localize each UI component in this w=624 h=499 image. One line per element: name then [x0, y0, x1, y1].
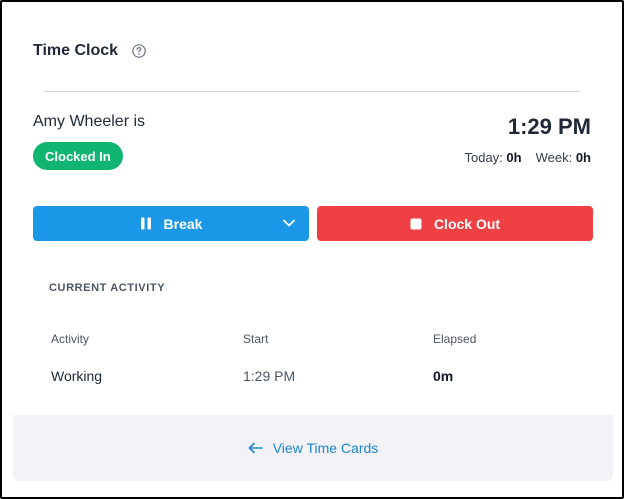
card-header: Time Clock [33, 42, 146, 60]
today-total: Today: 0h [464, 150, 521, 165]
question-circle-icon[interactable] [132, 44, 146, 58]
week-value: 0h [575, 150, 591, 165]
activity-cell: Working [51, 368, 103, 384]
week-total: Week: 0h [536, 150, 591, 165]
stop-icon [410, 218, 422, 230]
view-time-cards-label: View Time Cards [272, 440, 379, 456]
column-header-elapsed: Elapsed [433, 332, 477, 346]
break-button[interactable]: Break [33, 206, 309, 241]
user-status-text: Amy Wheeler is [33, 113, 146, 130]
chevron-down-icon[interactable] [282, 216, 296, 230]
pause-icon [140, 217, 152, 230]
column-header-start: Start [243, 332, 269, 346]
time-clock-card: Time Clock Amy Wheeler is Clocked In 1:2… [0, 0, 624, 499]
elapsed-cell: 0m [433, 368, 454, 384]
week-label: Week: [535, 150, 573, 165]
card-title: Time Clock [33, 42, 119, 59]
current-time: 1:29 PM [507, 114, 591, 139]
card-footer: View Time Cards [13, 415, 613, 481]
hours-totals: Today: 0h Week: 0h [464, 150, 591, 165]
column-header-activity: Activity [51, 332, 90, 346]
start-cell: 1:29 PM [243, 368, 296, 384]
clocked-in-badge: Clocked In [33, 142, 123, 170]
today-value: 0h [506, 150, 522, 165]
break-label: Break [163, 215, 203, 232]
arrow-left-icon [248, 442, 263, 454]
today-label: Today: [464, 150, 503, 165]
view-time-cards-link[interactable]: View Time Cards [248, 440, 379, 456]
clock-out-button[interactable]: Clock Out [317, 206, 593, 241]
header-divider [43, 91, 581, 92]
clock-out-label: Clock Out [433, 215, 501, 232]
current-activity-title: CURRENT ACTIVITY [49, 282, 166, 294]
